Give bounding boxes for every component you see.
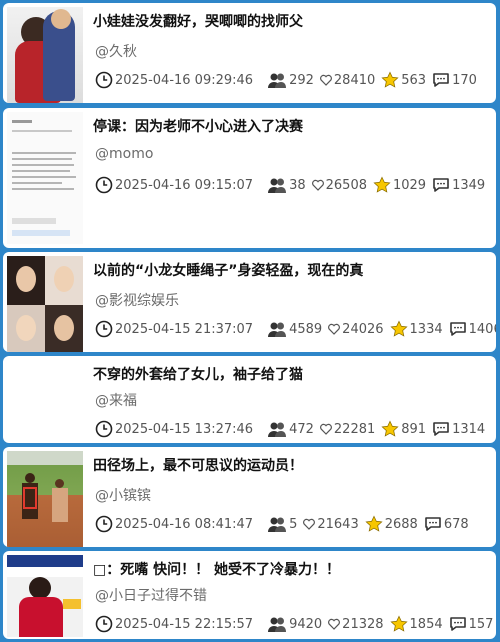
star-icon: [381, 71, 399, 88]
heart-icon: [319, 74, 332, 86]
post-card[interactable]: 小娃娃没发翻好，哭唧唧的找师父 @久秋 2025-04-16 09:29:46 …: [3, 3, 496, 103]
post-author[interactable]: @影视综娱乐: [95, 290, 179, 310]
post-title[interactable]: 田径场上，最不可思议的运动员！: [93, 455, 488, 475]
comment-icon: [425, 517, 441, 531]
users-icon: [268, 322, 287, 337]
likes-count: 22281: [333, 421, 376, 437]
comment-icon: [433, 422, 449, 436]
users-icon: [268, 617, 287, 632]
stars-count: 2688: [384, 516, 418, 532]
clock-icon: [95, 320, 113, 338]
comments-count: 1349: [452, 177, 486, 193]
post-thumbnail[interactable]: [7, 112, 83, 244]
post-time: 2025-04-16 09:29:46: [95, 71, 261, 89]
users-icon: [268, 73, 287, 88]
clock-icon: [95, 71, 113, 89]
post-author[interactable]: @来福: [95, 390, 137, 410]
clock-icon: [95, 420, 113, 438]
heart-icon: [328, 323, 341, 335]
star-icon: [381, 420, 399, 437]
users-icon: [268, 517, 287, 532]
likes-count: 28410: [333, 72, 376, 88]
comment-icon: [449, 322, 466, 336]
post-meta: 2025-04-15 21:37:07 4589 24026 1334 1406: [95, 320, 496, 338]
comments-count: 157: [468, 616, 494, 632]
comment-icon: [449, 617, 466, 631]
users-count: 38: [289, 177, 306, 193]
post-title[interactable]: 不穿的外套给了女儿，袖子给了猫: [93, 364, 488, 384]
post-card[interactable]: 不穿的外套给了女儿，袖子给了猫 @来福 2025-04-15 13:27:46 …: [3, 356, 496, 443]
post-title[interactable]: 以前的“小龙女睡绳子”身姿轻盈，现在的真: [93, 260, 488, 280]
heart-icon: [328, 618, 341, 630]
post-time: 2025-04-15 21:37:07: [95, 320, 261, 338]
users-count: 9420: [289, 616, 323, 632]
users-count: 5: [289, 516, 298, 532]
post-thumbnail[interactable]: [7, 555, 83, 637]
comments-count: 1314: [452, 421, 486, 437]
stars-count: 891: [401, 421, 427, 437]
heart-icon: [303, 518, 316, 530]
post-meta: 2025-04-16 09:29:46 292 28410 563 170: [95, 71, 490, 89]
post-title[interactable]: 停课：因为老师不小心进入了决赛: [93, 116, 488, 136]
post-title[interactable]: 小娃娃没发翻好，哭唧唧的找师父: [93, 11, 488, 31]
comments-count: 1406: [468, 321, 496, 337]
post-thumbnail[interactable]: [7, 451, 83, 547]
heart-icon: [311, 179, 324, 191]
users-icon: [268, 422, 287, 437]
post-list: 小娃娃没发翻好，哭唧唧的找师父 @久秋 2025-04-16 09:29:46 …: [0, 0, 500, 642]
post-thumbnail[interactable]: [7, 360, 83, 440]
comments-count: 678: [443, 516, 469, 532]
clock-icon: [95, 615, 113, 633]
likes-count: 21328: [342, 616, 384, 632]
post-thumbnail[interactable]: [7, 7, 83, 103]
stars-count: 1029: [392, 177, 427, 193]
star-icon: [389, 615, 408, 632]
clock-icon: [95, 176, 113, 194]
post-author[interactable]: @momo: [95, 146, 153, 162]
users-count: 472: [289, 421, 314, 437]
comment-icon: [433, 73, 449, 87]
post-card[interactable]: 以前的“小龙女睡绳子”身姿轻盈，现在的真 @影视综娱乐 2025-04-15 2…: [3, 252, 496, 352]
likes-count: 26508: [325, 177, 367, 193]
likes-count: 24026: [342, 321, 384, 337]
post-meta: 2025-04-16 08:41:47 5 21643 2688 678: [95, 515, 490, 533]
post-author[interactable]: @久秋: [95, 41, 137, 61]
post-card[interactable]: 田径场上，最不可思议的运动员！ @小镔镔 2025-04-16 08:41:47…: [3, 447, 496, 547]
comments-count: 170: [452, 72, 477, 88]
post-meta: 2025-04-15 22:15:57 9420 21328 1854 157: [95, 615, 493, 633]
post-author[interactable]: @小日子过得不错: [95, 585, 207, 605]
post-meta: 2025-04-16 09:15:07 38 26508 1029 1349: [95, 176, 490, 194]
post-time: 2025-04-16 08:41:47: [95, 515, 261, 533]
post-card[interactable]: 停课：因为老师不小心进入了决赛 @momo 2025-04-16 09:15:0…: [3, 108, 496, 248]
post-title[interactable]: □：死嘴 快问！！ 她受不了冷暴力！！: [93, 559, 488, 579]
heart-icon: [319, 423, 332, 435]
stars-count: 1334: [409, 321, 443, 337]
star-icon: [373, 176, 391, 193]
users-count: 292: [289, 72, 314, 88]
stars-count: 563: [401, 72, 427, 88]
post-card[interactable]: □：死嘴 快问！！ 她受不了冷暴力！！ @小日子过得不错 2025-04-15 …: [3, 551, 496, 639]
post-meta: 2025-04-15 13:27:46 472 22281 891 1314: [95, 420, 490, 438]
post-author[interactable]: @小镔镔: [95, 485, 151, 505]
comment-icon: [433, 178, 449, 192]
star-icon: [365, 515, 383, 532]
clock-icon: [95, 515, 113, 533]
stars-count: 1854: [409, 616, 443, 632]
post-time: 2025-04-15 13:27:46: [95, 420, 261, 438]
post-thumbnail[interactable]: [7, 256, 83, 352]
likes-count: 21643: [317, 516, 359, 532]
post-time: 2025-04-15 22:15:57: [95, 615, 261, 633]
post-time: 2025-04-16 09:15:07: [95, 176, 261, 194]
star-icon: [389, 320, 408, 337]
users-icon: [268, 178, 287, 193]
users-count: 4589: [289, 321, 323, 337]
